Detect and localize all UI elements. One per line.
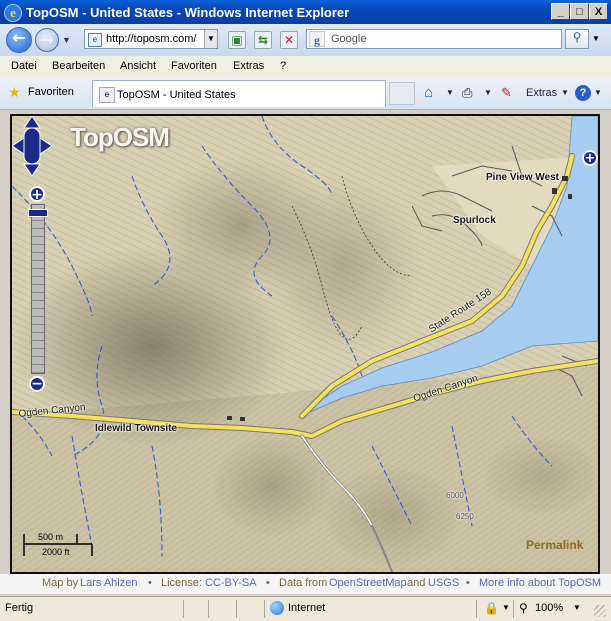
tab-page-icon: e (99, 87, 115, 103)
resize-grip-icon[interactable] (594, 605, 606, 617)
window-title-bar: e TopOSM - United States - Windows Inter… (0, 0, 611, 24)
more-info-link[interactable]: More info about TopOSM (479, 577, 601, 589)
tab-toposm[interactable]: e TopOSM - United States (92, 80, 386, 107)
usgs-link[interactable]: USGS (428, 577, 459, 589)
elevation-label: 6250 (456, 512, 474, 521)
search-placeholder[interactable]: Google (331, 33, 366, 45)
toposm-logo: TopOSM (70, 122, 170, 152)
menu-datei[interactable]: Datei (11, 60, 37, 72)
refresh-button[interactable]: ⇆ (254, 31, 272, 49)
zoom-out-button[interactable]: − (29, 376, 45, 392)
openstreetmap-link[interactable]: OpenStreetMap (329, 577, 407, 589)
place-spurlock: Spurlock (453, 215, 496, 226)
search-field[interactable]: g Google (306, 29, 562, 49)
menu-bearbeiten[interactable]: Bearbeiten (52, 60, 105, 72)
footer-and: and (407, 577, 426, 589)
author-link[interactable]: Lars Ahlzen (80, 577, 137, 589)
pan-control[interactable] (12, 116, 52, 176)
zoom-slider[interactable] (31, 204, 45, 374)
pan-south-icon[interactable] (23, 163, 41, 176)
license-link[interactable]: CC-BY-SA (205, 577, 257, 589)
search-options-icon[interactable]: ▼ (590, 29, 602, 49)
zoom-dropdown-icon[interactable]: ▼ (573, 603, 581, 612)
compatibility-view-icon[interactable]: ▣ (228, 31, 246, 49)
home-dropdown-icon[interactable]: ▼ (446, 85, 454, 101)
pan-east-icon[interactable] (39, 137, 52, 155)
menu-extras[interactable]: Extras (233, 60, 264, 72)
page-icon: e (88, 33, 102, 47)
google-icon: g (309, 31, 325, 47)
address-url[interactable]: http://toposm.com/ (106, 33, 202, 45)
search-button[interactable]: ⚲ (565, 29, 589, 49)
close-button[interactable]: X (589, 3, 608, 20)
minimize-button[interactable]: _ (551, 3, 570, 20)
status-divider (476, 600, 477, 618)
status-text: Fertig (5, 602, 34, 614)
stop-button[interactable]: ✕ (280, 31, 298, 49)
favorites-button[interactable]: Favoriten (28, 86, 74, 98)
layer-switcher-button[interactable]: + (582, 150, 598, 166)
menu-favoriten[interactable]: Favoriten (171, 60, 217, 72)
zoom-in-button[interactable]: + (29, 186, 45, 203)
help-icon[interactable]: ? (575, 85, 591, 101)
favorites-star-icon[interactable]: ★ (8, 85, 22, 99)
forward-button[interactable]: → (35, 28, 59, 52)
extras-dropdown-icon[interactable]: ▼ (561, 85, 569, 101)
footer-separator: • (466, 577, 470, 589)
menu-help[interactable]: ? (280, 60, 286, 72)
zoom-slider-handle[interactable] (28, 209, 48, 217)
tab-title: TopOSM - United States (117, 89, 236, 101)
zoom-magnifier-icon[interactable]: ⚲ (519, 601, 528, 615)
footer-data-prefix: Data from (279, 577, 328, 589)
address-field[interactable]: e http://toposm.com/ ▼ (84, 29, 218, 49)
status-bar: Fertig Internet 🔒 ▼ ⚲ 100% ▼ (0, 596, 611, 621)
address-toolbar: ← → ▼ e http://toposm.com/ ▼ ▣ ⇆ ✕ g Goo… (0, 24, 611, 56)
scale-imperial: 2000 ft (42, 547, 70, 557)
status-divider (264, 600, 265, 618)
topo-map[interactable]: TopOSM + − + Pine View West Spurlock Idl… (12, 116, 598, 572)
permalink-link[interactable]: Permalink (526, 538, 583, 552)
print-dropdown-icon[interactable]: ▼ (484, 85, 492, 101)
security-zone-label: Internet (288, 602, 326, 614)
history-dropdown-icon[interactable]: ▼ (62, 35, 72, 45)
protected-mode-dropdown-icon[interactable]: ▼ (502, 603, 510, 612)
protected-mode-icon[interactable]: 🔒 (484, 601, 499, 615)
status-divider (183, 600, 184, 618)
print-icon[interactable]: ⎙ (462, 85, 472, 101)
status-divider (208, 600, 209, 618)
map-terrain-svg (12, 116, 598, 572)
internet-explorer-icon: e (4, 4, 22, 22)
extras-command-button[interactable]: Extras (526, 85, 557, 101)
pan-north-icon[interactable] (23, 116, 41, 129)
scale-bar: 500 m 2000 ft (22, 530, 102, 560)
internet-zone-icon (270, 601, 284, 615)
place-pine-view-west: Pine View West (486, 172, 559, 183)
pan-center-icon (23, 127, 41, 165)
menu-ansicht[interactable]: Ansicht (120, 60, 156, 72)
address-dropdown-icon[interactable]: ▼ (204, 30, 217, 48)
place-idlewild-townsite: Idlewild Townsite (95, 423, 178, 434)
footer-separator: • (266, 577, 270, 589)
elevation-label: 6000 (446, 491, 464, 500)
menu-bar: Datei Bearbeiten Ansicht Favoriten Extra… (0, 56, 611, 78)
map-footer: Map by Lars Ahlzen • License: CC-BY-SA •… (0, 574, 611, 594)
favorites-bar: ★ Favoriten e TopOSM - United States ⌂ ▼… (0, 77, 611, 110)
status-divider (236, 600, 237, 618)
help-dropdown-icon[interactable]: ▼ (594, 85, 602, 101)
window-title: TopOSM - United States - Windows Interne… (26, 5, 350, 20)
back-button[interactable]: ← (6, 27, 32, 53)
pan-west-icon[interactable] (12, 137, 25, 155)
footer-separator: • (148, 577, 152, 589)
maximize-button[interactable]: □ (570, 3, 589, 20)
status-divider (513, 600, 514, 618)
zoom-level[interactable]: 100% (535, 602, 563, 614)
footer-map-by: Map by (42, 577, 79, 589)
scale-metric: 500 m (38, 532, 64, 542)
new-tab-button[interactable] (389, 82, 415, 105)
home-icon[interactable]: ⌂ (424, 85, 433, 101)
feeds-icon[interactable]: ✎ (501, 85, 512, 101)
footer-license-prefix: License: (161, 577, 202, 589)
